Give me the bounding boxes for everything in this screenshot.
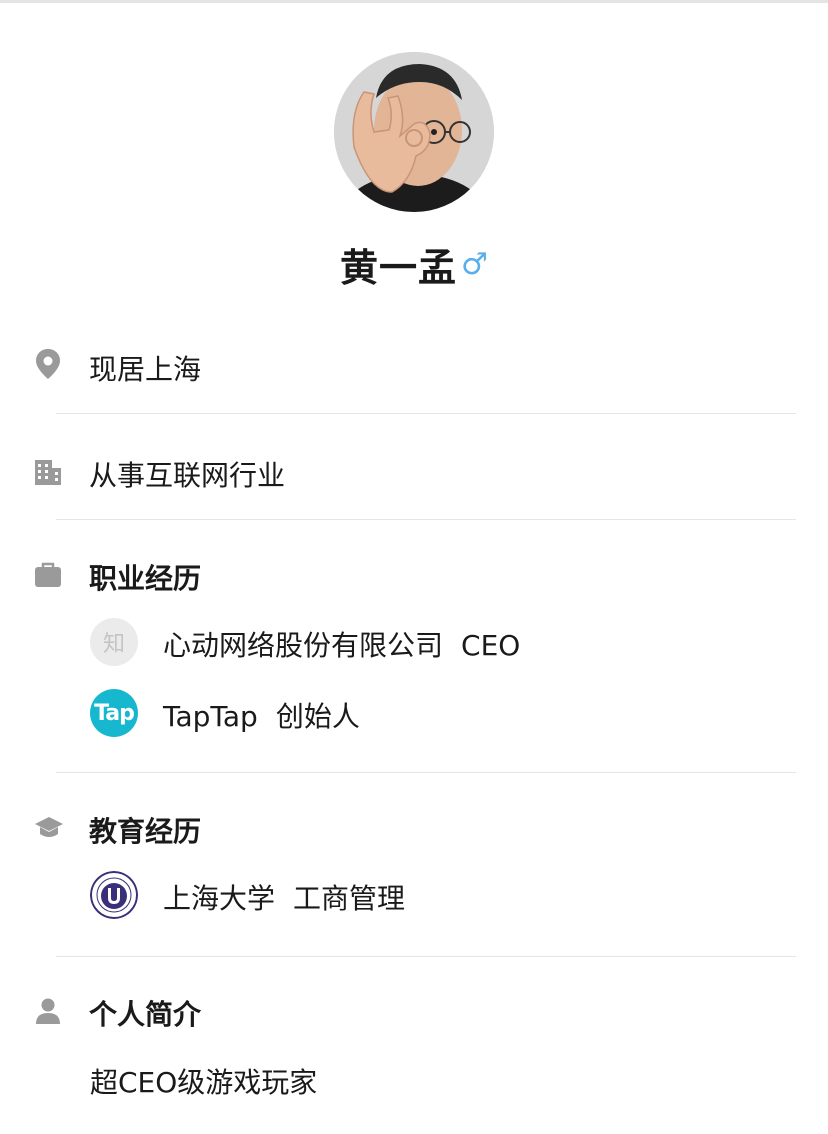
intro-title: 个人简介 — [89, 998, 202, 1031]
profile-page: 黄一孟 ♂ 现居上海 从事互联网行业 职业经历 知 心动网络股份有限公司 CEO… — [0, 0, 828, 1134]
school-name: 上海大学 — [163, 882, 276, 915]
location-text: 现居上海 — [89, 353, 202, 386]
taptap-logo-text: Tap — [94, 700, 135, 726]
briefcase-icon — [34, 561, 62, 589]
job-role: CEO — [461, 629, 521, 662]
job-role: 创始人 — [275, 700, 360, 733]
name-row: 黄一孟 ♂ — [0, 236, 828, 292]
divider — [56, 772, 796, 773]
major-name: 工商管理 — [293, 882, 406, 915]
divider — [56, 956, 796, 957]
education-title: 教育经历 — [89, 815, 202, 848]
shanghai-university-logo — [90, 871, 138, 919]
avatar[interactable] — [334, 52, 494, 212]
career-item[interactable]: 心动网络股份有限公司 CEO — [163, 624, 520, 664]
divider — [56, 413, 796, 414]
education-item[interactable]: 上海大学 工商管理 — [163, 877, 405, 917]
zhihu-logo: 知 — [90, 618, 138, 666]
avatar-image — [334, 52, 494, 212]
intro-text: 超CEO级游戏玩家 — [90, 1066, 318, 1099]
company-name: 心动网络股份有限公司 — [163, 629, 444, 662]
career-item[interactable]: TapTap 创始人 — [163, 695, 360, 735]
career-title: 职业经历 — [89, 562, 202, 595]
industry-text: 从事互联网行业 — [89, 459, 286, 492]
gender-male-icon: ♂ — [461, 246, 488, 282]
company-name: TapTap — [163, 700, 258, 733]
location-pin-icon — [34, 348, 62, 379]
zhihu-logo-text: 知 — [102, 632, 125, 657]
person-icon — [34, 997, 62, 1025]
divider — [56, 519, 796, 520]
top-divider — [0, 0, 828, 3]
profile-name: 黄一孟 — [340, 245, 458, 290]
graduation-cap-icon — [34, 815, 63, 843]
building-icon — [34, 458, 62, 486]
taptap-logo: Tap — [90, 689, 138, 737]
